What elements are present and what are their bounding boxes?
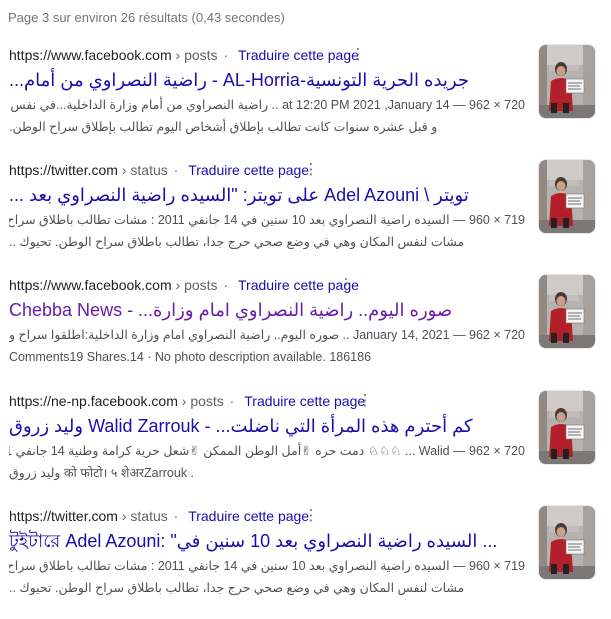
more-vert-icon[interactable]: ⋮ [357,392,373,410]
result-title-link[interactable]: كم أحترم هذه المرأة التي ناضلت... - Wali… [9,414,525,438]
result-snippet-line: . को फोटो। ५ शेअरZarrouk وليد زروق [9,466,195,480]
result-snippet-line: و قبل عشره سنوات كانت تطالب بإطلاق أشخاص… [9,120,438,134]
result-url-line[interactable]: https://www.facebook.com › posts · Tradu… [9,276,359,294]
photo-woman-holding-sign [539,391,595,464]
result-title-link[interactable]: صوره اليوم.. راضية النصراوي امام وزارة..… [9,298,525,322]
search-result: https://www.facebook.com › posts · Tradu… [0,42,611,152]
more-vert-icon[interactable]: ⋮ [350,46,366,64]
photo-woman-holding-sign [539,506,595,579]
result-domain[interactable]: https://twitter.com [9,162,118,178]
result-url-path: status [130,508,168,524]
result-snippet-line: Comments19 Shares.14 · No photo descript… [9,350,372,364]
translate-link[interactable]: Traduire cette page [244,393,365,409]
search-result: https://twitter.com › status · Traduire … [0,157,611,267]
translate-link[interactable]: Traduire cette page [188,508,309,524]
result-domain[interactable]: https://ne-np.facebook.com [9,393,178,409]
result-snippet-line: مشات لنفس المكان وهي في وضع صحي حرج جدا،… [9,235,465,249]
result-url-path: posts [184,277,218,293]
result-domain[interactable]: https://www.facebook.com [9,277,172,293]
result-thumbnail[interactable] [538,505,596,580]
result-thumbnail[interactable] [538,274,596,349]
result-snippet-line: مشات لنفس المكان وهي في وضع صحي حرج جدا،… [9,581,465,595]
more-vert-icon[interactable]: ⋮ [338,276,354,294]
result-url-line[interactable]: https://twitter.com › status · Traduire … [9,507,309,525]
more-vert-icon[interactable]: ⋮ [303,507,319,525]
result-snippet-line: 720 × 962 — at 12:20 PM 2021 ,January 14… [9,98,525,112]
result-title-link[interactable]: টুইটারে Adel Azouni: "السيده راضية النصر… [9,529,525,553]
more-vert-icon[interactable]: ⋮ [303,161,319,179]
result-url-line[interactable]: https://ne-np.facebook.com › posts · Tra… [9,392,365,410]
result-snippet-line: 720 × 962 — 2021 ,January 14 .. صوره الي… [9,328,525,342]
result-url-line[interactable]: https://www.facebook.com › posts · Tradu… [9,46,359,64]
result-thumbnail[interactable] [538,44,596,119]
translate-link[interactable]: Traduire cette page [188,162,309,178]
photo-woman-holding-sign [539,160,595,233]
result-domain[interactable]: https://twitter.com [9,508,118,524]
result-stats: Page 3 sur environ 26 résultats (0,43 se… [8,10,285,25]
result-title-link[interactable]: جريده الحرية التونسية-AL-Horria - راضية … [9,68,525,92]
search-result: https://twitter.com › status · Traduire … [0,503,611,613]
result-snippet-line: 719 × 960 — السيده راضية النصراوي بعد 10… [9,559,525,573]
result-snippet-line: 719 × 960 — السيده راضية النصراوي بعد 10… [9,213,525,227]
search-result: https://ne-np.facebook.com › posts · Tra… [0,388,611,498]
result-url-line[interactable]: https://twitter.com › status · Traduire … [9,161,309,179]
translate-link[interactable]: Traduire cette page [238,47,359,63]
result-snippet-line: 720 × 962 — Walid ... ♘♘♘ دمت حره ✌أمل ا… [9,444,525,458]
result-domain[interactable]: https://www.facebook.com [9,47,172,63]
photo-woman-holding-sign [539,45,595,118]
result-thumbnail[interactable] [538,390,596,465]
photo-woman-holding-sign [539,275,595,348]
result-url-path: posts [190,393,224,409]
result-title-link[interactable]: تويتر \ Adel Azouni على تويتر: "السيده ر… [9,183,525,207]
result-url-path: posts [184,47,218,63]
result-url-path: status [130,162,168,178]
search-result: https://www.facebook.com › posts · Tradu… [0,272,611,382]
result-thumbnail[interactable] [538,159,596,234]
